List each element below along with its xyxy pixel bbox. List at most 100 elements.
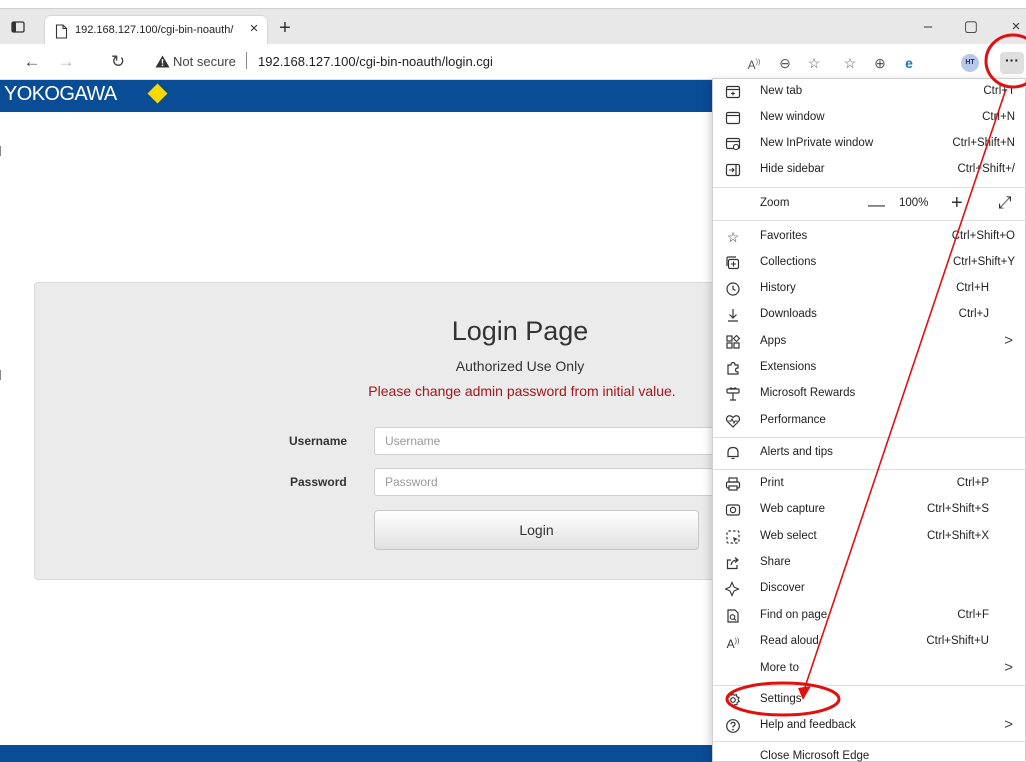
menu-item-web-select[interactable]: Web select Ctrl+Shift+X [713,524,1026,550]
warning-icon [155,55,170,68]
menu-item-shortcut: Ctrl+Shift+N [952,137,1015,149]
menu-item-label: Favorites [760,230,808,242]
menu-item-web-capture[interactable]: Web capture Ctrl+Shift+S [713,497,1026,523]
help-icon [726,719,740,733]
menu-item-new-window[interactable]: New window Ctrl+N [713,105,1026,131]
caption-strip [0,0,1026,8]
password-label: Password [290,475,347,489]
read-aloud-icon: A)) [726,637,740,651]
page-edge-mark [0,146,1,156]
refresh-button[interactable]: ↻ [106,51,130,73]
menu-divider [713,685,1026,686]
settings-and-more-button[interactable]: ··· [1000,52,1024,74]
edge-icon[interactable]: e [899,53,919,73]
menu-item-label: Collections [760,256,817,268]
minimize-button[interactable]: – [908,16,948,40]
menu-item-label: New InPrivate window [760,137,874,149]
chevron-right-icon: > [1004,332,1013,349]
menu-item-close-microsoft-edge[interactable]: Close Microsoft Edge [713,744,1026,762]
menu-item-shortcut: Ctrl+F [957,609,989,621]
menu-item-alerts-and-tips[interactable]: Alerts and tips [713,440,1026,466]
tab-close-button[interactable]: × [245,20,263,38]
new-tab-button[interactable]: + [276,18,294,38]
menu-item-new-tab[interactable]: New tab Ctrl+T [713,79,1026,105]
menu-item-favorites[interactable]: ☆ Favorites Ctrl+Shift+O [713,224,1026,250]
zoom-icon[interactable]: ⊖ [775,53,795,73]
zoom-in-button[interactable]: + [951,192,963,215]
rewards-icon [726,387,740,401]
menu-divider [713,187,1026,188]
url-input[interactable]: 192.168.127.100/cgi-bin-noauth/login.cgi [258,54,493,69]
url-separator [246,52,247,69]
sidebar-icon [725,163,741,177]
menu-item-extensions[interactable]: Extensions [713,355,1026,381]
menu-item-label: Discover [760,582,805,594]
menu-item-zoom: Zoom — 100% + ⤢ [713,191,1026,217]
menu-divider [713,437,1026,438]
menu-item-discover[interactable]: Discover [713,576,1026,602]
menu-item-performance[interactable]: Performance [713,408,1026,434]
menu-item-more-tools[interactable]: More to > [713,656,1026,682]
menu-item-label: Hide sidebar [760,163,825,175]
menu-item-shortcut: Ctrl+Shift+Y [953,256,1015,268]
menu-item-shortcut: Ctrl+Shift+X [927,530,989,542]
menu-item-print[interactable]: Print Ctrl+P [713,471,1026,497]
menu-item-collections[interactable]: Collections Ctrl+Shift+Y [713,250,1026,276]
menu-item-new-inprivate-window[interactable]: New InPrivate window Ctrl+Shift+N [713,131,1026,157]
performance-icon [725,415,741,428]
zoom-out-button[interactable]: — [868,195,885,215]
menu-item-label: Web capture [760,503,825,515]
fullscreen-icon[interactable]: ⤢ [998,193,1012,213]
menu-item-shortcut: Ctrl+Shift+S [927,503,989,515]
browser-tab[interactable]: 192.168.127.100/cgi-bin-noauth/ × [44,15,268,45]
menu-item-help-and-feedback[interactable]: Help and feedback > [713,713,1026,739]
avatar[interactable]: HT [961,54,979,72]
download-icon [728,309,738,322]
tab-actions-icon[interactable] [10,19,26,35]
maximize-button[interactable]: ▢ [951,16,991,40]
discover-icon [725,581,740,597]
menu-item-shortcut: Ctrl+J [958,308,989,320]
menu-item-label: Performance [760,414,826,426]
forward-button[interactable]: → [54,51,78,73]
favorites-bar-icon[interactable]: ☆ [840,53,860,73]
password-input[interactable]: Password [374,468,734,496]
menu-item-label: Microsoft Rewards [760,387,856,399]
menu-item-label: History [760,282,796,294]
collections-icon[interactable]: ⊕ [870,53,890,73]
chevron-right-icon: > [1004,716,1013,733]
menu-item-label: Web select [760,530,817,542]
web-select-icon [726,530,740,544]
menu-item-label: New tab [760,85,803,97]
gear-icon [725,692,741,708]
login-button[interactable]: Login [374,510,699,550]
add-favorite-icon[interactable]: ☆ [804,53,824,73]
diamond-logo-icon [147,83,168,104]
menu-item-hide-sidebar[interactable]: Hide sidebar Ctrl+Shift+/ [713,157,1026,183]
menu-item-microsoft-rewards[interactable]: Microsoft Rewards [713,381,1026,407]
print-icon [725,477,741,491]
tab-strip: 192.168.127.100/cgi-bin-noauth/ × + – ▢ … [0,8,1026,45]
menu-item-find-on-page[interactable]: Find on page Ctrl+F [713,603,1026,629]
menu-item-history[interactable]: History Ctrl+H [713,276,1026,302]
menu-item-share[interactable]: Share [713,550,1026,576]
menu-item-label: Extensions [760,361,817,373]
menu-item-shortcut: Ctrl+H [956,282,989,294]
menu-item-label: Settings [760,693,802,705]
zoom-value: 100% [899,197,929,209]
close-window-button[interactable]: × [996,16,1026,40]
menu-divider [713,220,1026,221]
menu-item-settings[interactable]: Settings [713,687,1026,713]
not-secure-label[interactable]: Not secure [173,54,236,69]
address-bar: ← → ↻ Not secure 192.168.127.100/cgi-bin… [0,44,1026,80]
find-icon [727,609,739,623]
menu-item-label: Help and feedback [760,719,856,731]
menu-item-downloads[interactable]: Downloads Ctrl+J [713,302,1026,328]
read-aloud-icon[interactable]: A)) [744,53,764,73]
menu-item-read-aloud[interactable]: A)) Read aloud Ctrl+Shift+U [713,629,1026,655]
tab-title: 192.168.127.100/cgi-bin-noauth/ [75,24,234,36]
username-input[interactable]: Username [374,427,734,455]
menu-item-apps[interactable]: Apps > [713,329,1026,355]
menu-item-label: More to [760,662,799,674]
back-button[interactable]: ← [20,51,44,73]
